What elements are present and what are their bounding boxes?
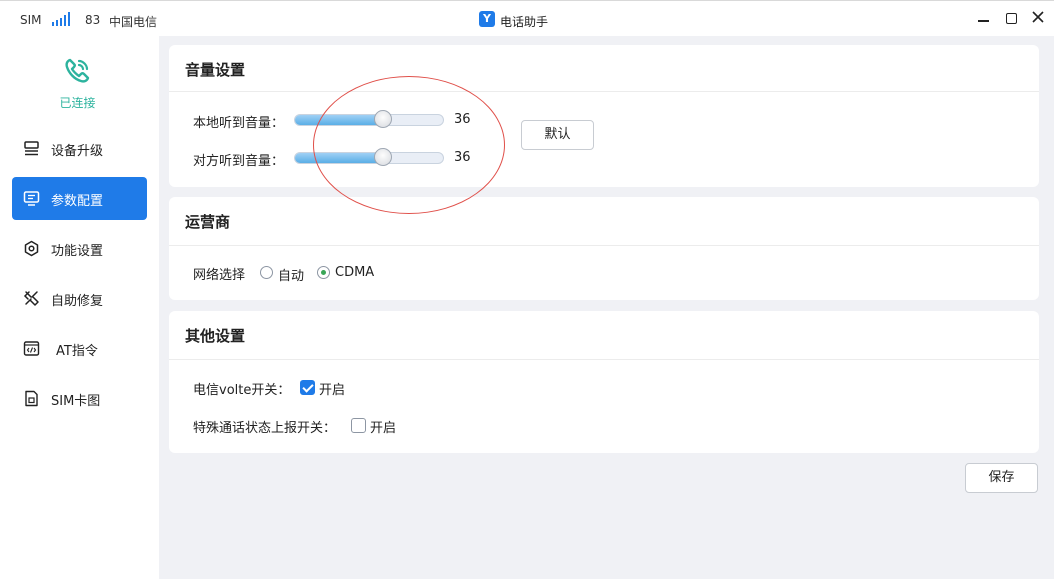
carrier-card-title: 运营商 bbox=[185, 213, 231, 231]
local-volume-slider[interactable] bbox=[294, 114, 444, 126]
sidebar-item-at-commands[interactable]: AT指令 bbox=[12, 327, 147, 370]
local-volume-label: 本地听到音量： bbox=[193, 116, 285, 131]
window-title: 电话助手 bbox=[500, 15, 549, 29]
device-upgrade-icon bbox=[24, 141, 39, 156]
carrier-card: 运营商 网络选择 自动 CDMA bbox=[169, 197, 1039, 300]
save-button[interactable]: 保存 bbox=[965, 463, 1038, 493]
sim-card-icon bbox=[25, 390, 38, 407]
title-bar: SIM 83 中国电信 Y 电话助手 bbox=[0, 0, 1054, 36]
remote-volume-value: 36 bbox=[454, 150, 471, 165]
maximize-button[interactable] bbox=[1004, 10, 1020, 26]
volte-checkbox[interactable] bbox=[300, 380, 315, 395]
main-content: 音量设置 本地听到音量： 36 对方听到音量： 36 默认 运营商 网络选择 自… bbox=[159, 36, 1054, 579]
local-volume-handle[interactable] bbox=[373, 110, 392, 128]
default-button[interactable]: 默认 bbox=[521, 120, 594, 150]
other-card-title: 其他设置 bbox=[185, 327, 246, 345]
volte-switch-label: 电信volte开关： bbox=[193, 383, 291, 398]
sim-label: SIM bbox=[20, 13, 42, 27]
report-checkbox-label[interactable]: 开启 bbox=[370, 417, 396, 436]
sidebar-item-label: AT指令 bbox=[56, 344, 98, 359]
sidebar-item-function-settings[interactable]: 功能设置 bbox=[12, 227, 147, 270]
remote-volume-handle[interactable] bbox=[373, 148, 392, 166]
sidebar-item-device-upgrade[interactable]: 设备升级 bbox=[12, 127, 147, 170]
minimize-icon bbox=[978, 20, 989, 22]
close-button[interactable] bbox=[1030, 10, 1046, 26]
network-select-label: 网络选择 bbox=[193, 268, 246, 283]
carrier-name: 中国电信 bbox=[109, 15, 158, 29]
other-settings-card: 其他设置 电信volte开关： 开启 特殊通话状态上报开关： 开启 bbox=[169, 311, 1039, 453]
sidebar-item-parameter-config[interactable]: 参数配置 bbox=[12, 177, 147, 220]
close-icon bbox=[1032, 11, 1044, 23]
volume-settings-card: 音量设置 本地听到音量： 36 对方听到音量： 36 默认 bbox=[169, 45, 1039, 187]
divider bbox=[169, 91, 1039, 92]
volume-card-title: 音量设置 bbox=[185, 61, 246, 79]
sidebar-item-label: 自助修复 bbox=[51, 294, 104, 309]
local-volume-value: 36 bbox=[454, 112, 471, 127]
wrench-icon bbox=[23, 291, 39, 306]
report-checkbox[interactable] bbox=[351, 418, 366, 433]
radio-auto[interactable] bbox=[260, 266, 273, 279]
sidebar: 已连接 设备升级 参数配置 功能设置 自助修复 AT指令 SIM卡图 bbox=[0, 36, 159, 579]
app-logo-icon: Y bbox=[479, 11, 495, 27]
signal-value: 83 bbox=[85, 13, 101, 27]
connection-status: 已连接 bbox=[59, 96, 96, 110]
remote-volume-slider[interactable] bbox=[294, 152, 444, 164]
sidebar-item-sim-card[interactable]: SIM卡图 bbox=[12, 377, 147, 420]
sidebar-item-label: 功能设置 bbox=[51, 244, 104, 259]
divider bbox=[169, 245, 1039, 246]
maximize-icon bbox=[1006, 13, 1017, 24]
local-volume-fill bbox=[295, 115, 383, 125]
remote-volume-fill bbox=[295, 153, 383, 163]
sidebar-item-label: 参数配置 bbox=[51, 194, 104, 209]
divider bbox=[169, 359, 1039, 360]
sidebar-item-label: 设备升级 bbox=[51, 144, 104, 159]
remote-volume-label: 对方听到音量： bbox=[193, 154, 285, 169]
signal-strength-icon bbox=[52, 12, 72, 26]
gear-icon bbox=[24, 240, 39, 257]
volte-checkbox-label[interactable]: 开启 bbox=[319, 379, 345, 398]
code-icon bbox=[23, 341, 40, 356]
radio-cdma-label[interactable]: CDMA bbox=[335, 265, 374, 280]
report-switch-label: 特殊通话状态上报开关： bbox=[193, 421, 337, 436]
radio-auto-label[interactable]: 自动 bbox=[278, 265, 304, 284]
sidebar-item-label: SIM卡图 bbox=[51, 394, 101, 409]
phone-icon bbox=[65, 58, 90, 83]
monitor-icon bbox=[23, 191, 40, 206]
radio-cdma[interactable] bbox=[317, 266, 330, 279]
sidebar-item-self-repair[interactable]: 自助修复 bbox=[12, 277, 147, 320]
minimize-button[interactable] bbox=[976, 10, 992, 26]
